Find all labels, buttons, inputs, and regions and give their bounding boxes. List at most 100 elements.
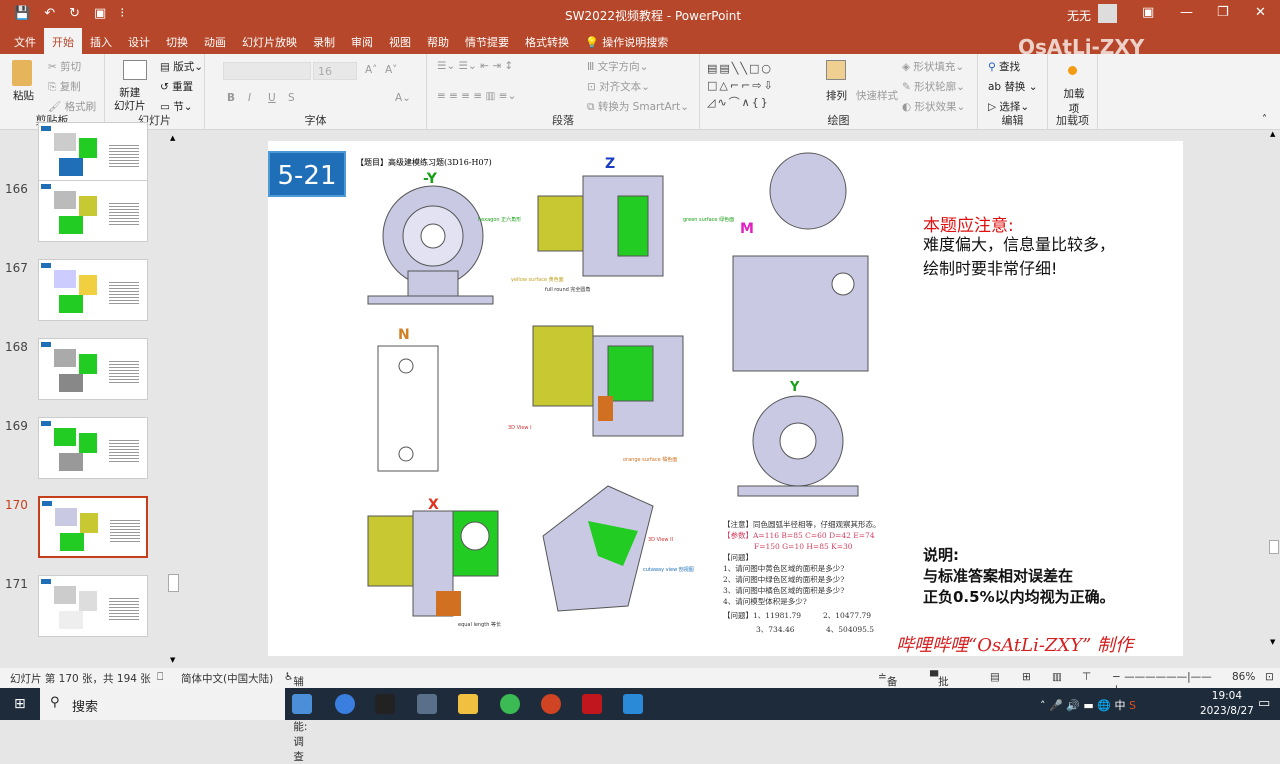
grow-font-icon[interactable]: A˄ <box>365 64 377 76</box>
new-slide-button[interactable]: 新建 幻灯片 <box>114 87 146 113</box>
task-view-icon[interactable] <box>292 694 312 714</box>
new-slide-icon[interactable] <box>123 60 147 80</box>
underline-button[interactable]: U <box>268 92 276 104</box>
ime-indicator[interactable]: 中 <box>1114 699 1125 712</box>
tab-5[interactable]: 动画 <box>196 28 234 54</box>
notification-icon[interactable]: ▭ <box>1258 696 1270 711</box>
customize-qat-icon[interactable]: ⁝ <box>120 6 124 21</box>
taskbar-search[interactable]: ⚲ 搜索 <box>40 688 285 720</box>
copy-button[interactable]: ⎘ 复制 <box>48 79 81 94</box>
tab-12[interactable]: 格式转换 <box>517 28 577 54</box>
paste-icon[interactable] <box>12 60 32 86</box>
tab-10[interactable]: 帮助 <box>419 28 457 54</box>
tab-9[interactable]: 视图 <box>381 28 419 54</box>
tab-0[interactable]: 文件 <box>6 28 44 54</box>
yellow-surface-label: yellow surface 黄色面 <box>511 276 564 283</box>
slide[interactable]: 5-21 【题目】高级建模练习题(3D16-H07) -Y Z M N 3D V… <box>268 141 1183 656</box>
shrink-font-icon[interactable]: A˅ <box>385 64 397 76</box>
font-color-icon[interactable]: A⌄ <box>395 92 411 104</box>
layout-button[interactable]: ▤ 版式⌄ <box>160 59 203 74</box>
shape-fill-button[interactable]: ◈ 形状填充⌄ <box>902 59 964 74</box>
powerpoint-icon[interactable] <box>541 694 561 714</box>
close-icon[interactable]: ✕ <box>1255 5 1266 20</box>
text-direction-button[interactable]: Ⅲ 文字方向⌄ <box>587 59 648 74</box>
undo-icon[interactable]: ↶ <box>44 6 55 21</box>
windows-start-icon[interactable]: ⊞ <box>14 696 26 712</box>
slide-thumbnail[interactable]: 167 <box>0 259 170 329</box>
tab-7[interactable]: 录制 <box>305 28 343 54</box>
editing-label: 编辑 <box>1001 114 1024 127</box>
slide-thumbnail[interactable]: 170 <box>0 496 170 566</box>
minimize-icon[interactable]: — <box>1180 5 1193 20</box>
paragraph-label: 段落 <box>552 114 574 127</box>
photos-icon[interactable] <box>623 694 643 714</box>
bullets-icon[interactable]: ☰⌄ ☰⌄ ⇤ ⇥ ↕ <box>437 60 513 72</box>
redo-icon[interactable]: ↻ <box>69 6 80 21</box>
view-label-m: M <box>740 221 754 237</box>
tab-3[interactable]: 设计 <box>120 28 158 54</box>
slideshow-icon[interactable]: ⊤ <box>1082 671 1091 683</box>
tab-8[interactable]: 审阅 <box>343 28 381 54</box>
slide-thumbnail[interactable]: 168 <box>0 338 170 408</box>
chrome-icon[interactable] <box>500 694 520 714</box>
arrange-icon[interactable] <box>826 60 846 80</box>
qq-icon[interactable] <box>375 694 395 714</box>
tab-11[interactable]: 情节提要 <box>457 28 517 54</box>
quick-styles-button[interactable]: 快速样式 <box>856 88 898 103</box>
slide-thumbnail[interactable]: 169 <box>0 417 170 487</box>
avatar[interactable] <box>1098 4 1117 23</box>
reading-view-icon[interactable]: ▥ <box>1052 671 1062 683</box>
slide-number: 166 <box>5 182 28 196</box>
align-text-button[interactable]: ⊡ 对齐文本⌄ <box>587 79 650 94</box>
present-icon[interactable]: ▣ <box>94 6 106 21</box>
tray-icons[interactable]: ˄ 🎤 🔊 ▬ 🌐 中 S <box>1040 697 1136 713</box>
user-name[interactable]: 无无 <box>1067 7 1091 24</box>
green-surface-label: green surface 绿色面 <box>683 216 734 223</box>
shapes-gallery[interactable]: ▤▤╲╲□○ □△⌐⌐⇨⇩ ◿∿⌒∧{} <box>707 60 815 114</box>
normal-view-icon[interactable]: ▤ <box>990 671 1000 683</box>
replace-button[interactable]: ab 替换 ⌄ <box>988 79 1038 94</box>
solidworks-icon[interactable] <box>582 694 602 714</box>
tab-2[interactable]: 插入 <box>82 28 120 54</box>
slide-sorter-icon[interactable]: ⊞ <box>1022 671 1031 683</box>
tab-4[interactable]: 切换 <box>158 28 196 54</box>
bold-button[interactable]: B <box>227 92 235 104</box>
notes-button[interactable]: ≐ 备注 <box>878 671 897 703</box>
thumbnail-scrollbar[interactable]: ▲ ▼ <box>168 134 180 664</box>
slide-scrollbar[interactable]: ▲ ▼ <box>1268 130 1280 668</box>
tab-1[interactable]: 开始 <box>44 28 82 54</box>
comments-button[interactable]: ▀ 批注 <box>930 671 949 703</box>
tab-6[interactable]: 幻灯片放映 <box>234 28 305 54</box>
language[interactable]: 简体中文(中国大陆) <box>181 671 273 686</box>
fit-slide-icon[interactable]: ⊡ <box>1265 671 1274 683</box>
tell-me-search[interactable]: 💡 操作说明搜索 <box>577 28 676 54</box>
baidu-netdisk-icon[interactable] <box>335 694 355 714</box>
paste-button[interactable]: 粘贴 <box>13 88 34 103</box>
slide-thumbnail[interactable]: 166 <box>0 180 170 250</box>
view-n <box>377 345 439 472</box>
file-explorer-icon[interactable] <box>458 694 478 714</box>
accessibility-status[interactable]: ♿ 辅助功能: 调查 <box>284 671 307 763</box>
cut-button[interactable]: ✂ 剪切 <box>48 59 81 74</box>
hexagon-label: hexagon 正六角形 <box>478 216 521 223</box>
italic-button[interactable]: I <box>248 92 251 104</box>
clock[interactable]: 19:04 2023/8/27 <box>1200 689 1254 719</box>
shape-outline-button[interactable]: ✎ 形状轮廓⌄ <box>902 79 965 94</box>
view1-label: 3D View I <box>508 425 532 431</box>
slide-thumbnail[interactable]: 171 <box>0 575 170 645</box>
find-button[interactable]: ⚲ 查找 <box>988 59 1020 74</box>
ribbon-display-icon[interactable]: ▣ <box>1142 5 1154 20</box>
question: 3、请问图中橘色区域的面积是多少? <box>723 586 845 595</box>
zoom-level[interactable]: 86% <box>1232 671 1255 683</box>
font-size-input[interactable]: 16 <box>313 62 357 80</box>
collapse-ribbon-icon[interactable]: ˄ <box>1262 114 1267 125</box>
calculator-icon[interactable] <box>417 694 437 714</box>
font-name-input[interactable] <box>223 62 311 80</box>
reset-button[interactable]: ↺ 重置 <box>160 79 193 94</box>
spellcheck-icon[interactable]: ⎕ <box>157 671 163 684</box>
arrange-button[interactable]: 排列 <box>826 88 847 103</box>
strikethrough-button[interactable]: S <box>288 92 295 104</box>
restore-icon[interactable]: ❐ <box>1217 5 1229 20</box>
save-icon[interactable]: 💾 <box>14 6 30 21</box>
align-icons[interactable]: ≡ ≡ ≡ ≡ ▥ ≡⌄ <box>437 90 516 102</box>
